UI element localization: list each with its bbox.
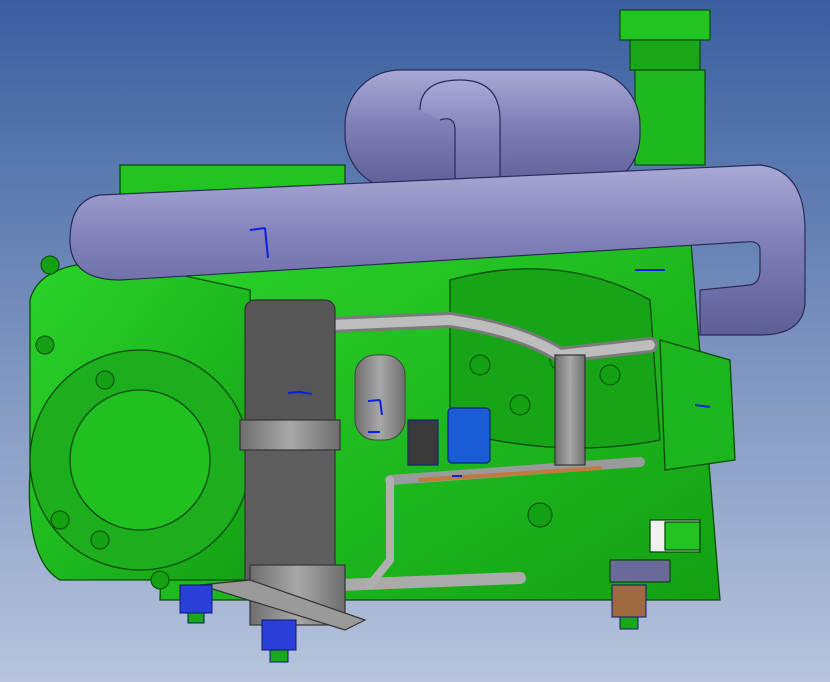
filter-drier bbox=[354, 354, 406, 441]
cad-viewport bbox=[0, 0, 830, 682]
